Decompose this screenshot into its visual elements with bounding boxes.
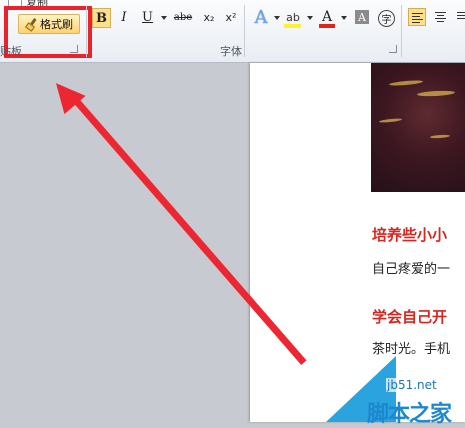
strikethrough-button[interactable]: abe	[172, 8, 194, 26]
subscript-button[interactable]: x₂	[200, 8, 218, 26]
group-separator	[86, 5, 87, 57]
ribbon: 复制 格式刷 贴板 B I U abe x₂ x² A ab A A 字 字体	[0, 0, 465, 63]
font-color-bar	[319, 24, 335, 28]
text-effects-button[interactable]: A	[252, 7, 270, 28]
font-dialog-launcher-icon[interactable]	[389, 45, 397, 53]
bold-button[interactable]: B	[92, 8, 111, 28]
align-right-button[interactable]	[456, 8, 465, 26]
document-paragraph: 茶时光。手机	[372, 342, 451, 357]
highlight-dropdown-icon[interactable]	[307, 16, 313, 20]
watermark-site: jb51.net	[386, 378, 438, 392]
italic-button[interactable]: I	[116, 8, 132, 26]
document-heading: 培养些小小	[372, 226, 448, 244]
highlight-color-bar	[284, 24, 301, 28]
align-center-button[interactable]	[432, 8, 450, 26]
watermark-text: 脚本之家	[367, 402, 452, 427]
character-shading-button[interactable]: A	[355, 10, 369, 24]
text-effects-dropdown-icon[interactable]	[274, 16, 280, 20]
clipboard-dialog-launcher-icon[interactable]	[70, 45, 78, 53]
underline-button[interactable]: U	[140, 8, 155, 26]
document-paragraph: 自己疼爱的一	[372, 262, 451, 277]
document-heading: 学会自己开	[372, 308, 448, 326]
font-group-label: 字体	[220, 45, 242, 58]
underline-dropdown-icon[interactable]	[161, 16, 167, 20]
align-left-button[interactable]	[408, 8, 426, 26]
superscript-button[interactable]: x²	[222, 8, 240, 26]
font-color-dropdown-icon[interactable]	[341, 16, 347, 20]
group-separator	[401, 5, 402, 57]
group-separator	[244, 5, 245, 57]
enclose-characters-button[interactable]: 字	[378, 10, 395, 27]
clipboard-group-label: 贴板	[0, 45, 22, 58]
document-gray-background	[0, 63, 250, 422]
document-photo[interactable]	[371, 63, 465, 192]
